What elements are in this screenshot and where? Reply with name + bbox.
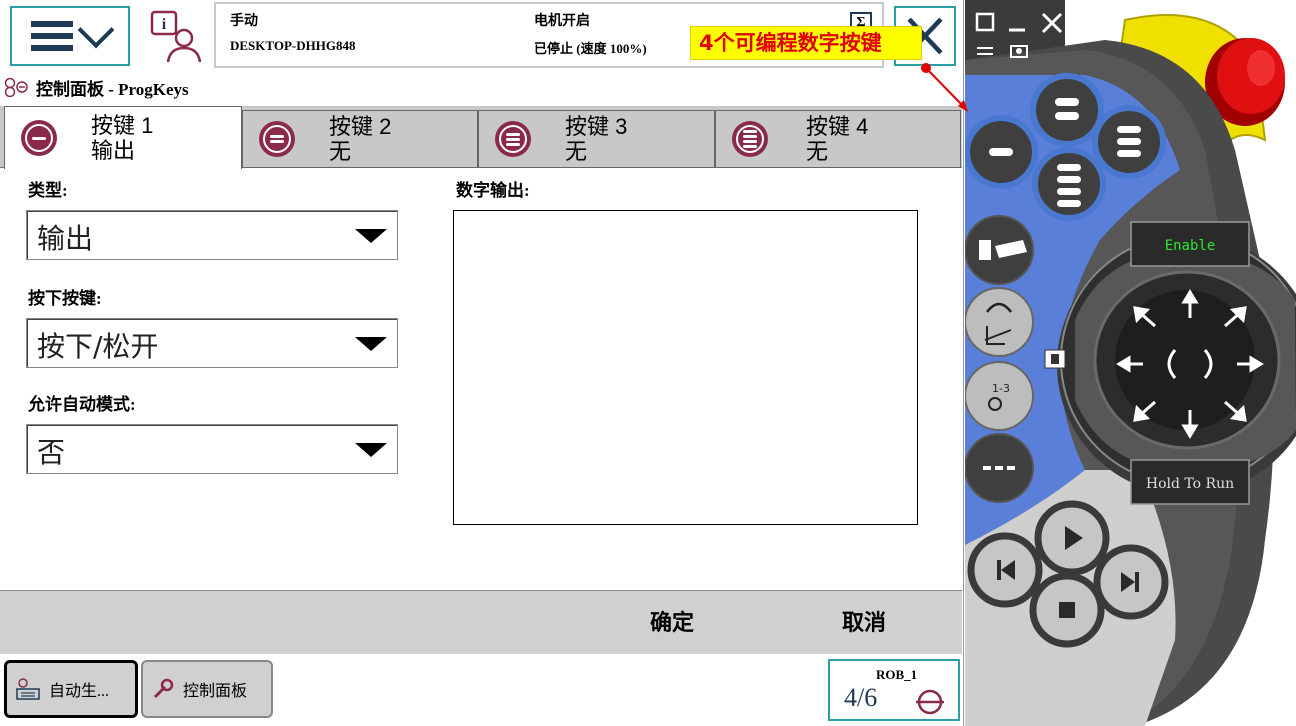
main-pane: i 手动 DESKTOP-DHHG848 电机开启 已停止 (速度 100%) …	[0, 0, 964, 726]
key-3-icon	[495, 121, 531, 157]
key-1-icon	[21, 120, 57, 156]
task-auto-production-label: 自动生...	[49, 683, 110, 700]
select-mechanical-unit-button[interactable]	[965, 215, 1034, 285]
tab-key-2-value: 无	[329, 139, 352, 164]
svg-text:1-3: 1-3	[992, 382, 1010, 395]
toggle-increment-button[interactable]	[965, 433, 1034, 503]
page-title: 控制面板 - ProgKeys	[4, 74, 189, 100]
robot-name: ROB_1	[876, 667, 918, 682]
enable-label: Enable	[1165, 238, 1216, 254]
pendant-hardware: 1-3 Enable Hold To Run	[965, 0, 1296, 726]
tab-key-4-title: 按键 4	[806, 114, 869, 139]
tab-key-3-title: 按键 3	[565, 114, 628, 139]
key-4-icon	[732, 121, 768, 157]
task-control-panel[interactable]: 控制面板	[141, 660, 273, 718]
type-dropdown-value: 输出	[37, 222, 94, 255]
prog-key-4[interactable]	[1032, 147, 1106, 221]
prog-key-1[interactable]	[965, 115, 1038, 189]
press-key-label: 按下按键:	[28, 289, 102, 308]
press-key-dropdown-value: 按下/松开	[37, 330, 159, 363]
toggle-motion-mode-button[interactable]	[965, 287, 1034, 357]
tab-key-2[interactable]: 按键 2 无	[242, 110, 478, 168]
type-dropdown[interactable]: 输出	[26, 210, 398, 260]
main-menu-button[interactable]	[10, 6, 130, 66]
tab-bar: 按键 1 输出 按键 2 无 按键 3 无 按键 4 无	[0, 106, 962, 169]
wrench-icon	[153, 678, 174, 699]
flexpendant-screen: i 手动 DESKTOP-DHHG848 电机开启 已停止 (速度 100%) …	[0, 0, 1296, 726]
key-2-icon	[259, 121, 295, 157]
allow-auto-label: 允许自动模式:	[28, 395, 136, 414]
system-name: DESKTOP-DHHG848	[230, 38, 356, 53]
tab-key-3[interactable]: 按键 3 无	[478, 110, 715, 168]
hamburger-icon	[31, 21, 73, 51]
task-control-panel-label: 控制面板	[183, 683, 248, 700]
dropdown-arrow-icon	[355, 443, 387, 457]
prog-key-3[interactable]	[1092, 105, 1166, 179]
tab-key-1[interactable]: 按键 1 输出	[4, 106, 242, 169]
prog-key-2[interactable]	[1030, 73, 1104, 147]
digital-output-list[interactable]	[453, 210, 918, 525]
allow-auto-dropdown-value: 否	[37, 436, 66, 469]
allow-auto-dropdown[interactable]: 否	[26, 424, 398, 474]
chevron-down-icon	[77, 11, 115, 49]
taskbar: 自动生... 控制面板	[0, 655, 962, 726]
run-status: 已停止 (速度 100%)	[534, 41, 647, 56]
event-log-icon[interactable]: i	[148, 8, 206, 66]
auto-production-icon	[16, 678, 40, 700]
prog-keys-icon	[4, 77, 28, 97]
hold-to-run-button[interactable]: Hold To Run	[1130, 459, 1250, 505]
step-forward-button[interactable]	[1093, 544, 1169, 620]
type-label: 类型:	[28, 181, 68, 200]
pendant-jog-icon	[1044, 349, 1066, 369]
dropdown-arrow-icon	[355, 229, 387, 243]
action-bar: 确定 取消	[0, 590, 962, 654]
tab-key-2-title: 按键 2	[329, 114, 392, 139]
motor-status: 电机开启	[534, 14, 590, 29]
enable-button[interactable]: Enable	[1130, 221, 1250, 267]
tab-key-1-title: 按键 1	[91, 113, 154, 138]
tab-key-3-value: 无	[565, 139, 588, 164]
page-title-text: 控制面板 - ProgKeys	[36, 79, 189, 99]
robot-fraction: 4/6	[844, 683, 878, 712]
hold-to-run-label: Hold To Run	[1146, 476, 1234, 492]
task-auto-production[interactable]: 自动生...	[4, 660, 138, 718]
quickset-button[interactable]: ROB_1 4/6	[828, 659, 960, 721]
dropdown-arrow-icon	[355, 337, 387, 351]
stop-button[interactable]	[1029, 572, 1105, 648]
digital-output-label: 数字输出:	[456, 181, 530, 200]
annotation-callout: 4个可编程数字按键	[690, 26, 922, 60]
ok-button[interactable]: 确定	[650, 605, 694, 637]
robot-axis-icon	[916, 689, 944, 715]
toggle-axis-button[interactable]: 1-3	[965, 361, 1034, 431]
step-backward-button[interactable]	[967, 532, 1043, 608]
cancel-button[interactable]: 取消	[842, 605, 886, 637]
tab-key-4[interactable]: 按键 4 无	[715, 110, 961, 168]
svg-text:i: i	[162, 16, 167, 33]
operating-mode: 手动	[230, 14, 258, 29]
press-key-dropdown[interactable]: 按下/松开	[26, 318, 398, 368]
start-button[interactable]	[1034, 500, 1110, 576]
tab-key-1-value: 输出	[91, 138, 136, 163]
tab-key-4-value: 无	[806, 139, 829, 164]
